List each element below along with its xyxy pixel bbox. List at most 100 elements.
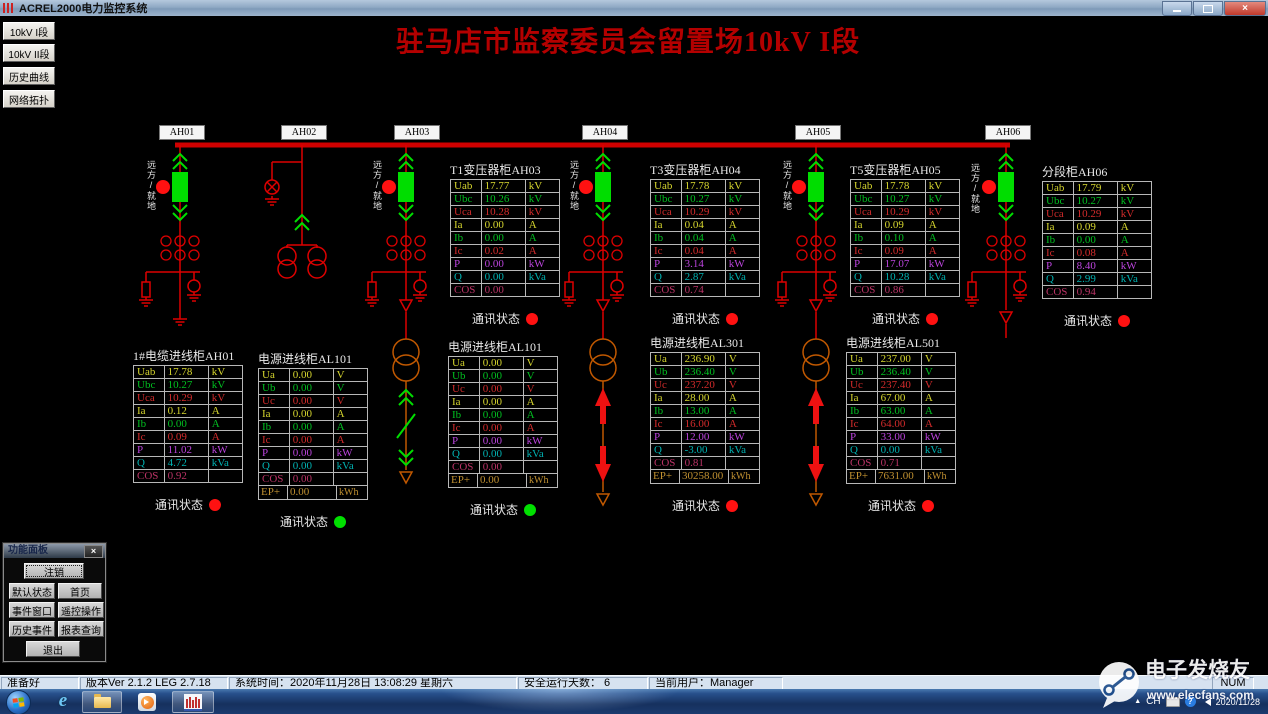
- table-cell: 0.00: [480, 218, 526, 232]
- table-row: COS 0.92: [133, 469, 244, 483]
- table-row: Ia 0.12 A: [133, 404, 244, 418]
- sidebar-item-history-curve[interactable]: 历史曲线: [3, 67, 55, 85]
- table-cell: kW: [332, 446, 369, 460]
- table-row: Ia 28.00 A: [650, 391, 761, 405]
- table-row: Q 2.99 kVa: [1042, 272, 1153, 286]
- event-window-button[interactable]: 事件窗口: [9, 602, 55, 618]
- table-row: Q 2.87 kVa: [650, 270, 761, 284]
- ep-label: EP+: [449, 474, 478, 487]
- comm-status-dot: [926, 313, 938, 325]
- table-cell: kVa: [724, 443, 761, 457]
- feeder-ah02-pt[interactable]: [264, 145, 303, 245]
- table-cell: Uca: [850, 205, 882, 219]
- home-button[interactable]: 首页: [58, 583, 102, 599]
- table-cell: Ia: [448, 395, 480, 409]
- table-t5-ah05: T5变压器柜AH05 Uab 17.78 kV Ubc 10.27 kV Uca 10.29 kV…: [850, 161, 961, 327]
- report-query-button[interactable]: 报表查询: [58, 621, 104, 637]
- remote-control-button[interactable]: 遥控操作: [58, 602, 104, 618]
- table-title: T5变压器柜AH05: [850, 163, 941, 177]
- remote-local-label: 远方/就地: [782, 160, 792, 211]
- table-title: T1变压器柜AH03: [450, 163, 541, 177]
- table-cell: 0.04: [680, 218, 726, 232]
- comm-status-dot: [209, 499, 221, 511]
- comm-status-dot: [1118, 315, 1130, 327]
- table-cell: 0.00: [480, 283, 526, 297]
- table-row: Q 4.72 kVa: [133, 456, 244, 470]
- table-cell: 64.00: [876, 417, 922, 431]
- table-cell: 0.71: [876, 456, 922, 470]
- table-cell: 17.78: [880, 179, 926, 193]
- table-cell: 17.07: [880, 257, 926, 271]
- comm-status-dot: [526, 313, 538, 325]
- table-cell: kVa: [524, 270, 561, 284]
- default-state-button[interactable]: 默认状态: [9, 583, 55, 599]
- table-cell: A: [924, 218, 961, 232]
- sidebar-item-10kv-1[interactable]: 10kV I段: [3, 22, 55, 40]
- table-cell: [332, 472, 369, 486]
- table-cell: A: [332, 433, 369, 447]
- table-cell: A: [207, 404, 244, 418]
- table-row: Ic 0.00 A: [448, 421, 559, 435]
- taskbar-mediaplayer-icon[interactable]: [128, 691, 166, 713]
- table-cell: 10.28: [880, 270, 926, 284]
- table-cell: Uc: [258, 394, 290, 408]
- table-cell: A: [1116, 233, 1153, 247]
- table-cell: A: [724, 391, 761, 405]
- table-cell: [207, 469, 244, 483]
- table-row: Ic 16.00 A: [650, 417, 761, 431]
- comm-status-dot: [726, 313, 738, 325]
- history-events-button[interactable]: 历史事件: [9, 621, 55, 637]
- bus-label-ah02[interactable]: AH02: [281, 125, 327, 140]
- table-cell: [924, 283, 961, 297]
- comm-status-label: 通讯状态: [671, 312, 720, 326]
- function-panel-titlebar[interactable]: 功能面板 ×: [4, 544, 105, 558]
- table-row: P 11.02 kW: [133, 443, 244, 457]
- table-row: Q 0.00 kVa: [448, 447, 559, 461]
- table-cell: Ic: [850, 244, 882, 258]
- taskbar: e ▲ CH ? 2020/11/28: [0, 689, 1268, 714]
- table-cell: Ub: [448, 369, 480, 383]
- table-cell: 0.00: [478, 434, 524, 448]
- table-row: Uab 17.78 kV: [133, 365, 244, 379]
- table-cell: P: [846, 430, 878, 444]
- table-row: Ib 0.00 A: [1042, 233, 1153, 247]
- bus-label-ah03[interactable]: AH03: [394, 125, 440, 140]
- table-row: Ia 0.00 A: [450, 218, 561, 232]
- table-cell: 11.02: [163, 443, 209, 457]
- exit-button[interactable]: 退出: [26, 641, 80, 657]
- table-cell: 0.00: [288, 394, 334, 408]
- table-cell: Ic: [1042, 246, 1074, 260]
- table-cell: Ub: [258, 381, 290, 395]
- bus-label-ah04[interactable]: AH04: [582, 125, 628, 140]
- table-cell: A: [724, 417, 761, 431]
- table-cell: COS: [650, 456, 682, 470]
- table-cell: Uca: [450, 205, 482, 219]
- comm-status: 通讯状态: [650, 497, 760, 514]
- comm-status-label: 通讯状态: [867, 499, 916, 513]
- sidebar-item-network-topology[interactable]: 网络拓扑: [3, 90, 55, 108]
- taskbar-explorer-icon[interactable]: [82, 691, 122, 713]
- table-title: 分段柜AH06: [1042, 165, 1108, 179]
- table-row: Ic 0.00 A: [258, 433, 369, 447]
- table-cell: kV: [924, 179, 961, 193]
- table-cell: kW: [524, 257, 561, 271]
- bus-label-ah06[interactable]: AH06: [985, 125, 1031, 140]
- start-button[interactable]: [6, 690, 31, 714]
- bus-label-ah01[interactable]: AH01: [159, 125, 205, 140]
- taskbar-acrel-app-icon[interactable]: [172, 691, 214, 713]
- bus-label-ah05[interactable]: AH05: [795, 125, 841, 140]
- sidebar-item-10kv-2[interactable]: 10kV II段: [3, 44, 55, 62]
- table-cell: 0.00: [480, 257, 526, 271]
- table-cell: Ia: [650, 391, 682, 405]
- table-cell: V: [920, 352, 957, 366]
- table-cell: V: [332, 381, 369, 395]
- table-cell: COS: [448, 460, 480, 474]
- table-cell: A: [920, 391, 957, 405]
- logout-button[interactable]: 注销: [24, 563, 84, 579]
- function-panel-close-icon[interactable]: ×: [84, 545, 103, 558]
- table-cell: kW: [522, 434, 559, 448]
- taskbar-ie-icon[interactable]: e: [52, 691, 74, 711]
- table-cell: 10.26: [480, 192, 526, 206]
- comm-status-label: 通讯状态: [469, 503, 518, 517]
- table-row: Ib 0.00 A: [133, 417, 244, 431]
